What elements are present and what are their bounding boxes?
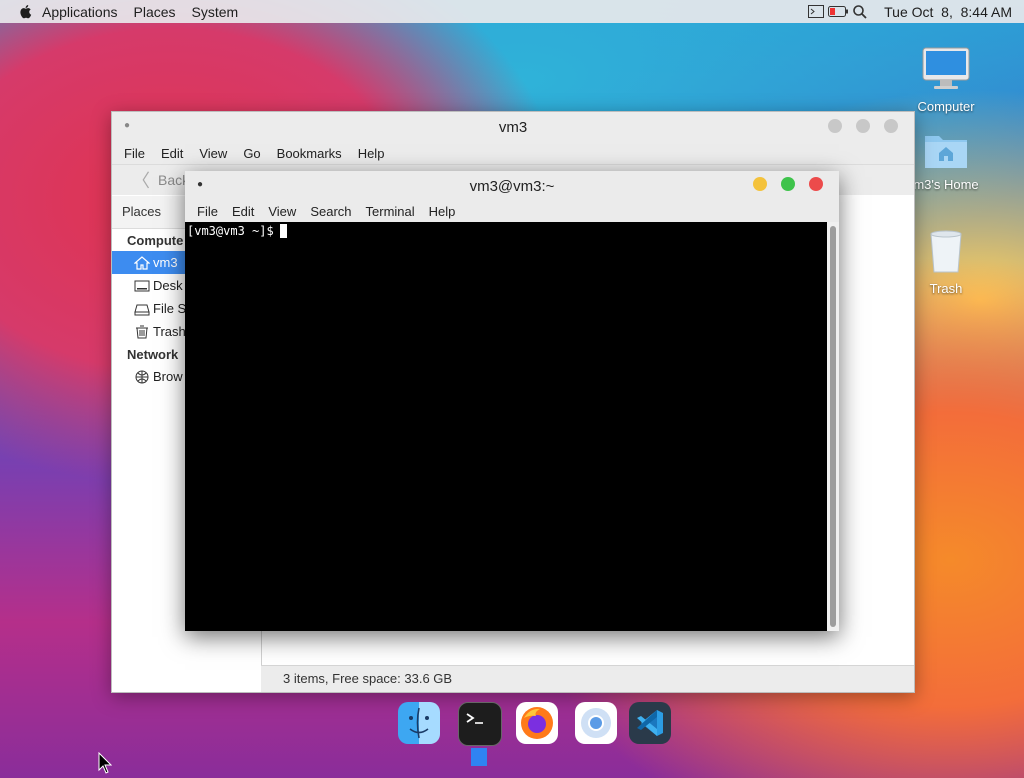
terminal-title: vm3@vm3:~ (469, 178, 555, 195)
chromium-icon[interactable] (575, 702, 617, 744)
window-menu-dot-icon[interactable]: ● (124, 121, 130, 131)
battery-icon[interactable] (828, 6, 849, 17)
desktop-icon (134, 280, 150, 291)
firefox-icon[interactable] (516, 702, 558, 744)
home-icon (134, 255, 150, 270)
finder-icon[interactable] (398, 702, 440, 744)
menu-file[interactable]: File (197, 204, 218, 219)
scrollbar-thumb[interactable] (830, 226, 836, 627)
menu-edit[interactable]: Edit (232, 204, 254, 219)
terminal-prompt: [vm3@vm3 ~]$ (187, 224, 274, 238)
terminal-window[interactable]: ● vm3@vm3:~ File Edit View Search Termin… (185, 171, 839, 631)
file-manager-menubar: File Edit View Go Bookmarks Help (112, 142, 914, 164)
terminal-menubar: File Edit View Search Terminal Help (185, 201, 839, 223)
menu-system[interactable]: System (192, 4, 239, 20)
status-bar: 3 items, Free space: 33.6 GB (261, 665, 914, 692)
minimize-button[interactable] (753, 177, 767, 191)
search-icon[interactable] (852, 4, 868, 20)
desktop-icon-computer[interactable]: Computer (898, 46, 994, 114)
terminal-cursor (279, 224, 287, 238)
sidebar-item-label: File S (153, 301, 187, 316)
computer-icon (898, 46, 994, 95)
terminal-icon[interactable] (458, 702, 502, 746)
mouse-pointer-icon (98, 752, 112, 774)
sidebar-item-label: vm3 (153, 255, 178, 270)
menu-bookmarks[interactable]: Bookmarks (277, 146, 342, 161)
menu-terminal[interactable]: Terminal (366, 204, 415, 219)
file-manager-titlebar[interactable]: ● vm3 (112, 112, 914, 142)
vscode-icon[interactable] (629, 702, 671, 744)
maximize-button[interactable] (781, 177, 795, 191)
menu-help[interactable]: Help (429, 204, 456, 219)
menu-view[interactable]: View (199, 146, 227, 161)
sidebar-item-label: Brow (153, 369, 183, 384)
maximize-button[interactable] (856, 119, 870, 133)
terminal-scrollbar[interactable] (827, 222, 839, 631)
terminal-tray-icon[interactable] (808, 5, 825, 18)
menu-applications[interactable]: Applications (42, 4, 118, 20)
sidebar-item-label: Trash (153, 324, 186, 339)
clock[interactable]: Tue Oct 8, 8:44 AM (884, 4, 1012, 20)
terminal-prompt-line: [vm3@vm3 ~]$ (185, 222, 827, 238)
trash-small-icon (136, 325, 148, 338)
active-app-indicator (471, 748, 487, 766)
window-menu-dot-icon[interactable]: ● (197, 180, 203, 190)
drive-icon (134, 304, 150, 315)
menu-help[interactable]: Help (358, 146, 385, 161)
menu-view[interactable]: View (268, 204, 296, 219)
window-title: vm3 (498, 119, 528, 136)
menu-file[interactable]: File (124, 146, 145, 161)
close-button[interactable] (884, 119, 898, 133)
dock (0, 700, 1024, 750)
menu-edit[interactable]: Edit (161, 146, 183, 161)
terminal-screen[interactable]: [vm3@vm3 ~]$ (185, 222, 827, 631)
network-globe-icon (135, 370, 149, 383)
minimize-button[interactable] (828, 119, 842, 133)
apple-logo-icon[interactable] (18, 4, 32, 19)
sidebar-item-label: Desk (153, 278, 183, 293)
close-button[interactable] (809, 177, 823, 191)
menu-go[interactable]: Go (243, 146, 260, 161)
back-arrow-icon[interactable]: 〈 (132, 167, 150, 193)
menu-places[interactable]: Places (134, 4, 176, 20)
terminal-titlebar[interactable]: ● vm3@vm3:~ (185, 171, 839, 201)
menu-search[interactable]: Search (310, 204, 351, 219)
top-menu-bar: Applications Places System Tue Oct 8, 8:… (0, 0, 1024, 23)
